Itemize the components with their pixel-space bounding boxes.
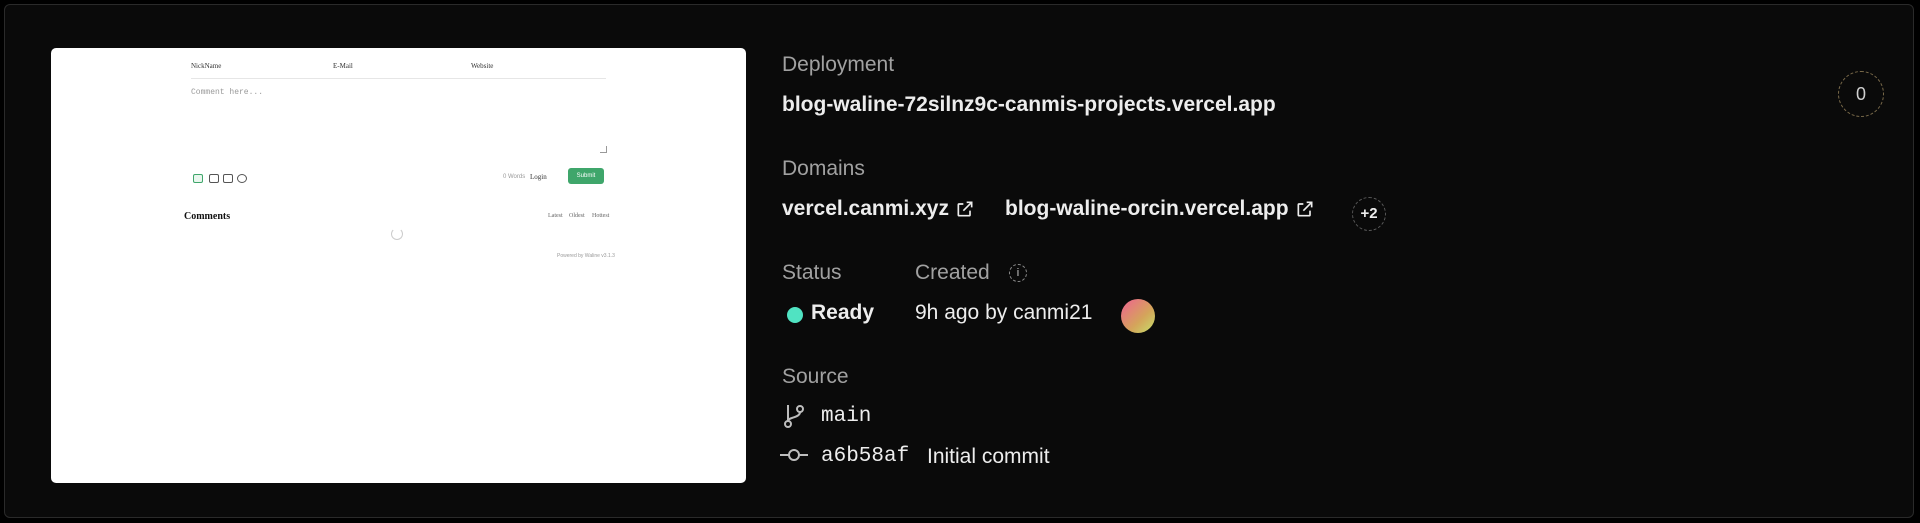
deployment-preview[interactable]: NickName E-Mail Website Comment here... … (51, 48, 746, 483)
preview-resize-handle (600, 146, 607, 153)
more-domains-badge[interactable]: +2 (1352, 197, 1386, 231)
git-commit-icon (780, 449, 808, 461)
preview-preview-icon (237, 174, 247, 183)
source-label: Source (782, 365, 849, 388)
preview-loading-spinner (391, 228, 403, 240)
created-value: 9h ago by canmi21 (915, 301, 1093, 324)
preview-email-label: E-Mail (333, 62, 353, 70)
preview-sort-hottest: Hottest (592, 213, 610, 219)
preview-sort-latest: Latest (548, 213, 563, 219)
preview-divider (191, 78, 606, 79)
domain-link-2[interactable]: blog-waline-orcin.vercel.app (1005, 197, 1315, 221)
status-ready-dot (787, 307, 803, 323)
commit-message[interactable]: Initial commit (927, 445, 1050, 469)
external-link-icon (957, 201, 973, 217)
deployment-url-link[interactable]: blog-waline-72silnz9c-canmis-projects.ve… (782, 93, 1276, 117)
status-label: Status (782, 261, 842, 284)
preview-comment-placeholder: Comment here... (191, 88, 264, 97)
domain-link-1[interactable]: vercel.canmi.xyz (782, 197, 975, 221)
preview-word-count: 0 Words (503, 174, 526, 180)
source-branch[interactable]: main (821, 405, 871, 428)
preview-powered-by: Powered by Waline v3.1.3 (557, 253, 615, 259)
avatar[interactable] (1121, 299, 1155, 333)
preview-markdown-icon (193, 174, 203, 183)
preview-submit-button: Submit (568, 168, 604, 184)
git-branch-icon (784, 405, 804, 428)
domains-label: Domains (782, 157, 865, 180)
preview-comments-title: Comments (184, 211, 231, 222)
info-icon[interactable]: i (1009, 264, 1027, 282)
created-label: Created (915, 261, 990, 284)
counter-circle[interactable]: 0 (1838, 71, 1884, 117)
preview-website-label: Website (471, 62, 494, 70)
deployment-label: Deployment (782, 53, 895, 76)
preview-login-button: Login (530, 173, 547, 181)
preview-image-icon (223, 174, 233, 183)
preview-sort-oldest: Oldest (569, 213, 585, 219)
domain-link-2-text: blog-waline-orcin.vercel.app (1005, 197, 1289, 220)
preview-nickname-label: NickName (191, 62, 222, 70)
preview-gif-icon (209, 174, 219, 183)
commit-hash[interactable]: a6b58af (821, 445, 909, 468)
domain-link-1-text: vercel.canmi.xyz (782, 197, 949, 220)
deployment-card: NickName E-Mail Website Comment here... … (4, 4, 1914, 518)
external-link-icon (1297, 201, 1313, 217)
status-value: Ready (811, 301, 875, 324)
